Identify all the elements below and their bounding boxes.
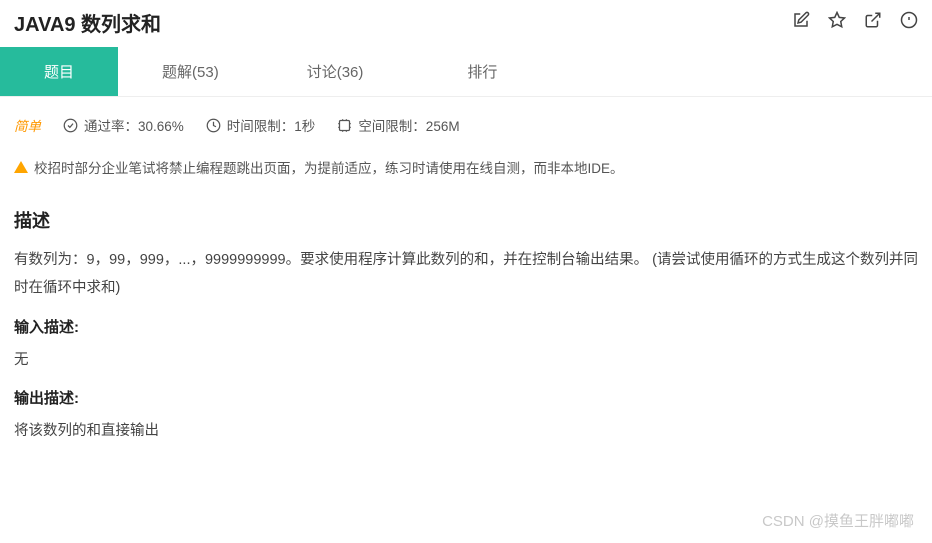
output-heading: 输出描述: — [14, 387, 918, 408]
difficulty-badge: 简单 — [14, 115, 41, 135]
output-body: 将该数列的和直接输出 — [14, 418, 918, 444]
edit-icon[interactable] — [792, 11, 810, 34]
problem-meta: 简单 通过率：30.66% 时间限制：1秒 空间限制：256M — [0, 97, 932, 153]
tab-discuss[interactable]: 讨论(36) — [263, 47, 408, 96]
warning-text: 校招时部分企业笔试将禁止编程题跳出页面，为提前适应，练习时请使用在线自测，而非本… — [34, 157, 624, 177]
problem-content: 描述 有数列为：9，99，999，...，9999999999。要求使用程序计算… — [0, 187, 932, 456]
external-link-icon[interactable] — [864, 11, 882, 34]
time-limit-label: 时间限制：1秒 — [227, 115, 316, 135]
description-heading: 描述 — [14, 207, 918, 233]
clock-icon — [206, 118, 221, 133]
description-body: 有数列为：9，99，999，...，9999999999。要求使用程序计算此数列… — [14, 247, 918, 302]
tab-rank[interactable]: 排行 — [407, 47, 557, 96]
tabs-bar: 题目 题解(53) 讨论(36) 排行 — [0, 47, 932, 97]
tab-problem[interactable]: 题目 — [0, 47, 118, 96]
warning-banner: 校招时部分企业笔试将禁止编程题跳出页面，为提前适应，练习时请使用在线自测，而非本… — [0, 153, 932, 187]
header-actions — [792, 11, 918, 34]
tab-solution[interactable]: 题解(53) — [118, 47, 263, 96]
memory-icon — [337, 118, 352, 133]
time-limit: 时间限制：1秒 — [206, 115, 316, 135]
pass-rate: 通过率：30.66% — [63, 115, 184, 135]
check-circle-icon — [63, 118, 78, 133]
warning-icon — [14, 161, 28, 173]
pass-rate-label: 通过率：30.66% — [84, 115, 184, 135]
space-limit: 空间限制：256M — [337, 115, 459, 135]
input-heading: 输入描述: — [14, 316, 918, 337]
space-limit-label: 空间限制：256M — [358, 115, 459, 135]
star-icon[interactable] — [828, 11, 846, 34]
page-title: JAVA9 数列求和 — [14, 8, 161, 37]
watermark: CSDN @摸鱼王胖嘟嘟 — [762, 510, 914, 531]
input-body: 无 — [14, 347, 918, 373]
info-icon[interactable] — [900, 11, 918, 34]
